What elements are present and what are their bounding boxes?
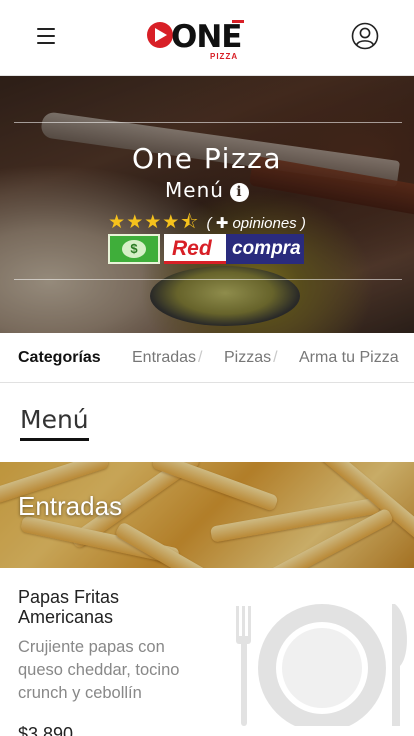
- product-description: Crujiente papas con queso cheddar, tocin…: [18, 638, 180, 702]
- hero-divider-bottom: [14, 279, 402, 280]
- app-header: ONE PIZZA: [0, 0, 414, 76]
- menu-subtitle: Menú i: [0, 178, 414, 202]
- section-title: Menú: [20, 405, 89, 441]
- banner-title: Entradas: [18, 491, 123, 521]
- info-icon[interactable]: i: [229, 183, 249, 202]
- categories-label: Categorías: [18, 349, 101, 366]
- hero-divider-top: [14, 122, 402, 123]
- hero-background-bowl: [150, 266, 300, 326]
- star-icon: ★: [162, 212, 181, 233]
- restaurant-name: One Pizza: [131, 142, 282, 175]
- category-tab-entradas[interactable]: Entradas /: [132, 349, 203, 367]
- star-icon: ★: [144, 212, 163, 233]
- star-icon: ★: [126, 212, 145, 233]
- star-icon: ★: [108, 212, 127, 233]
- category-nav: Categorías Entradas / Pizzas / Arma tu Piz…: [0, 333, 414, 383]
- svg-text:ONE: ONE: [171, 19, 241, 55]
- plate-cutlery-icon: [236, 604, 407, 726]
- redcompra-logo: Red compra: [164, 234, 304, 264]
- category-tab-pizzas[interactable]: Pizzas /: [224, 349, 278, 367]
- cash-payment-icon: $: [108, 234, 160, 264]
- menu-icon[interactable]: [37, 27, 55, 45]
- menu-subtitle-text: Menú: [165, 178, 224, 202]
- product-item[interactable]: Papas Fritas Americanas Crujiente papas …: [0, 568, 414, 736]
- product-price: $3.890: [18, 724, 74, 736]
- one-pizza-logo[interactable]: ONE PIZZA: [146, 14, 246, 62]
- category-banner-entradas: Entradas: [0, 462, 414, 568]
- svg-text:PIZZA: PIZZA: [210, 52, 238, 61]
- category-tab-arma-tu-pizza[interactable]: Arma tu Pizza: [299, 349, 399, 367]
- opinions-link[interactable]: ( ✚ opiniones ): [207, 215, 306, 232]
- restaurant-hero: One Pizza Menú i ★★★★⯪ ( ✚ opiniones ) $ …: [0, 76, 414, 333]
- product-name: Papas Fritas Americanas: [18, 587, 120, 627]
- user-account-icon[interactable]: [351, 22, 379, 50]
